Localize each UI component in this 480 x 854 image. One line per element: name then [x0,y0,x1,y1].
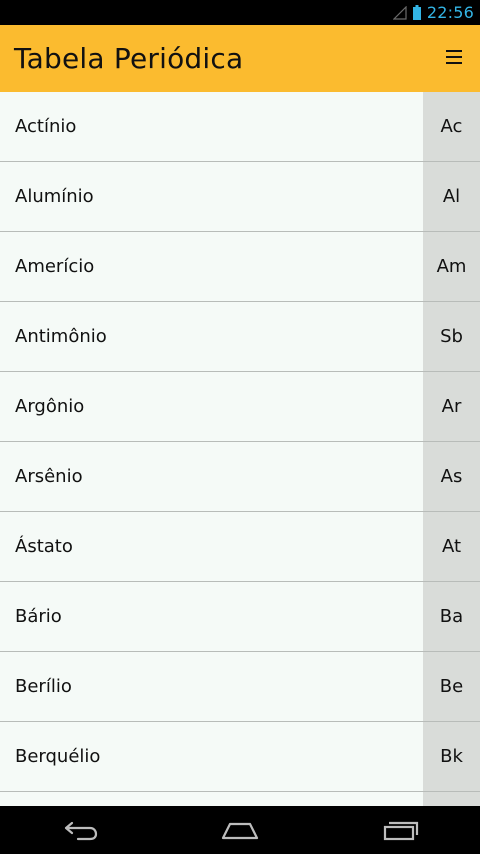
element-symbol: At [441,536,462,557]
element-name: Amerício [15,256,95,277]
list-item-berilio[interactable]: Berílio Be [0,652,480,722]
status-time: 22:56 [426,3,474,22]
element-name: Bário [15,606,62,627]
element-name: Argônio [15,396,85,417]
list-item-americio[interactable]: Amerício Am [0,232,480,302]
element-name: Actínio [15,116,77,137]
list-item-berquelio[interactable]: Berquélio Bk [0,722,480,792]
element-symbol: Sb [440,326,463,347]
element-symbol: Ac [440,116,463,137]
element-symbol: Am [436,256,467,277]
list-item-astato[interactable]: Ástato At [0,512,480,582]
list-item-arsenio[interactable]: Arsênio As [0,442,480,512]
list-item-actinio[interactable]: Actínio Ac [0,92,480,162]
screen: 22:56 Tabela Periódica Actínio Ac Alumín… [0,0,480,854]
menu-icon[interactable] [446,50,462,66]
app-title: Tabela Periódica [14,42,244,75]
back-icon[interactable] [60,816,100,844]
element-name: Berquélio [15,746,101,767]
element-list[interactable]: Actínio Ac Alumínio Al Amerício Am Antim… [0,92,480,806]
element-symbol: Al [442,186,461,207]
element-symbol: Ar [441,396,462,417]
list-item-argonio[interactable]: Argônio Ar [0,372,480,442]
element-symbol: Be [439,676,464,697]
app-bar: Tabela Periódica [0,25,480,92]
list-item-partial[interactable] [0,792,480,806]
list-item-aluminio[interactable]: Alumínio Al [0,162,480,232]
element-name: Arsênio [15,466,83,487]
recent-apps-icon[interactable] [380,816,420,844]
signal-icon [392,5,407,20]
element-symbol: Bk [440,746,463,767]
list-item-bario[interactable]: Bário Ba [0,582,480,652]
home-icon[interactable] [220,816,260,844]
element-name: Antimônio [15,326,107,347]
element-name: Berílio [15,676,72,697]
element-name: Ástato [15,536,73,557]
status-bar: 22:56 [0,0,480,25]
element-name: Alumínio [15,186,94,207]
battery-icon [412,5,421,20]
element-symbol: As [440,466,463,487]
list-item-antimonio[interactable]: Antimônio Sb [0,302,480,372]
nav-bar [0,806,480,854]
element-symbol: Ba [439,606,464,627]
